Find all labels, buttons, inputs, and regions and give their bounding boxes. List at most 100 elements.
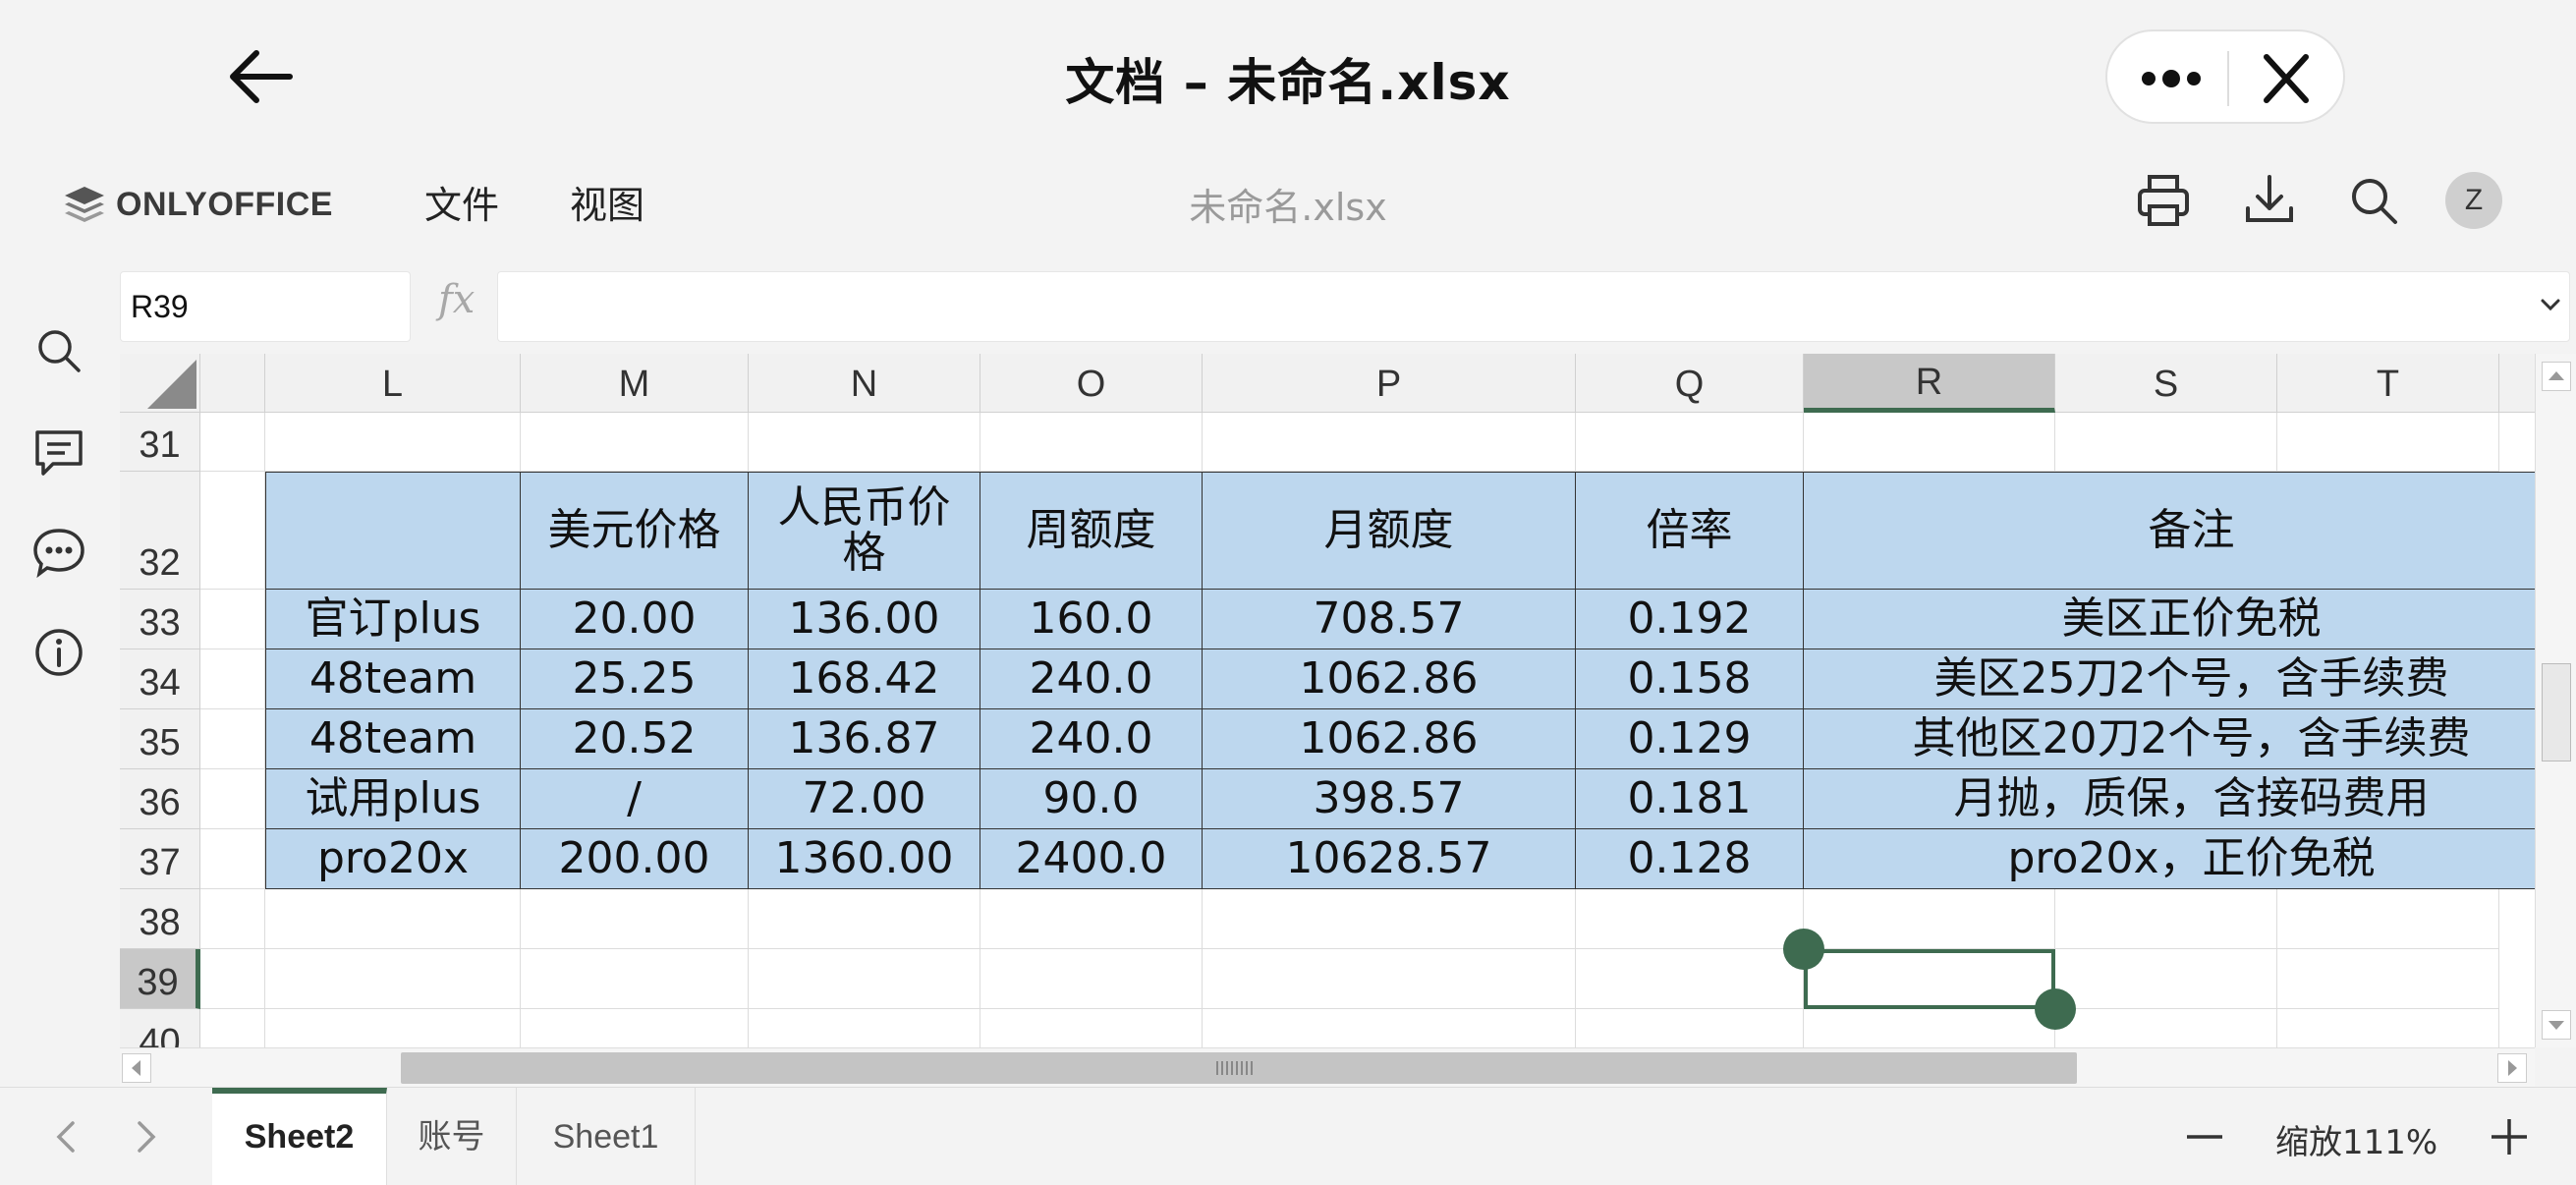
table-header-cell[interactable]: 美元价格 [521, 472, 749, 590]
row-header-34[interactable]: 34 [120, 649, 200, 709]
cell-p39[interactable] [1203, 949, 1576, 1009]
cell-p40[interactable] [1203, 1009, 1576, 1047]
column-header-q[interactable]: Q [1576, 354, 1804, 413]
cell-m38[interactable] [521, 889, 749, 949]
table-cell[interactable]: 136.00 [749, 590, 980, 649]
cell-gap-32[interactable] [200, 472, 265, 590]
cell-s40[interactable] [2055, 1009, 2277, 1047]
column-header-n[interactable]: N [749, 354, 980, 413]
cell-n39[interactable] [749, 949, 980, 1009]
cell-m39[interactable] [521, 949, 749, 1009]
scroll-down-button[interactable] [2542, 1010, 2571, 1040]
cell-t38[interactable] [2277, 889, 2499, 949]
cell-s38[interactable] [2055, 889, 2277, 949]
selection-handle-start[interactable] [1783, 929, 1824, 970]
sheet-tab-account[interactable]: 账号 [387, 1088, 517, 1185]
row-header-38[interactable]: 38 [120, 889, 200, 949]
column-header-m[interactable]: M [521, 354, 749, 413]
cell-o38[interactable] [980, 889, 1203, 949]
table-cell[interactable]: 48team [265, 709, 521, 769]
cell-gap-35[interactable] [200, 709, 265, 769]
table-cell[interactable]: 708.57 [1203, 590, 1576, 649]
table-header-cell[interactable]: 备注 [1804, 472, 2535, 590]
row-header-37[interactable]: 37 [120, 829, 200, 889]
selection-handle-end[interactable] [2035, 988, 2076, 1030]
column-header-o[interactable]: O [980, 354, 1203, 413]
cell-p31[interactable] [1203, 413, 1576, 472]
table-cell[interactable]: 240.0 [980, 709, 1203, 769]
cell-gap-36[interactable] [200, 769, 265, 829]
select-all-corner[interactable] [120, 354, 200, 413]
cell-m40[interactable] [521, 1009, 749, 1047]
table-cell[interactable]: 90.0 [980, 769, 1203, 829]
table-cell[interactable]: pro20x [265, 829, 521, 889]
cell-m31[interactable] [521, 413, 749, 472]
table-cell[interactable]: 160.0 [980, 590, 1203, 649]
cell-gap-40[interactable] [200, 1009, 265, 1047]
user-avatar[interactable]: Z [2445, 172, 2502, 229]
horizontal-scrollbar[interactable] [120, 1047, 2535, 1087]
table-cell[interactable]: 月抛，质保，含接码费用 [1804, 769, 2535, 829]
table-cell[interactable]: 2400.0 [980, 829, 1203, 889]
cell-n38[interactable] [749, 889, 980, 949]
table-header-cell[interactable]: 月额度 [1203, 472, 1576, 590]
cell-r31[interactable] [1804, 413, 2055, 472]
sidebar-comments[interactable] [28, 421, 90, 483]
table-cell[interactable]: 136.87 [749, 709, 980, 769]
sidebar-search[interactable] [28, 319, 90, 382]
sidebar-info[interactable] [28, 621, 90, 684]
cell-t31[interactable] [2277, 413, 2499, 472]
cell-s39[interactable] [2055, 949, 2277, 1009]
table-header-cell[interactable] [265, 472, 521, 590]
table-cell[interactable]: 0.158 [1576, 649, 1804, 709]
cell-t39[interactable] [2277, 949, 2499, 1009]
row-header-31[interactable]: 31 [120, 413, 200, 472]
table-cell[interactable]: 48team [265, 649, 521, 709]
table-cell[interactable]: 200.00 [521, 829, 749, 889]
table-cell[interactable]: 1062.86 [1203, 649, 1576, 709]
download-button[interactable] [2238, 169, 2301, 232]
table-cell[interactable]: 1360.00 [749, 829, 980, 889]
table-cell[interactable]: 0.181 [1576, 769, 1804, 829]
table-cell[interactable]: 其他区20刀2个号，含手续费 [1804, 709, 2535, 769]
cell-l38[interactable] [265, 889, 521, 949]
table-cell[interactable]: / [521, 769, 749, 829]
cell-gap-38[interactable] [200, 889, 265, 949]
cell-q31[interactable] [1576, 413, 1804, 472]
cell-name-box[interactable]: R39 [120, 271, 411, 342]
vertical-scrollbar[interactable] [2535, 354, 2576, 1047]
cell-gap-37[interactable] [200, 829, 265, 889]
fx-icon[interactable]: fx [438, 277, 475, 322]
table-header-cell[interactable]: 人民币价格 [749, 472, 980, 590]
vertical-scroll-thumb[interactable] [2542, 663, 2571, 762]
cell-o39[interactable] [980, 949, 1203, 1009]
table-cell[interactable]: 20.52 [521, 709, 749, 769]
search-button[interactable] [2342, 169, 2405, 232]
cell-n40[interactable] [749, 1009, 980, 1047]
zoom-in-button[interactable] [2486, 1113, 2533, 1160]
close-button[interactable] [2245, 47, 2327, 110]
table-cell[interactable]: 0.128 [1576, 829, 1804, 889]
column-header-s[interactable]: S [2055, 354, 2277, 413]
spreadsheet-grid[interactable]: L M N O P Q R S T 31 32 33 34 35 36 37 38 39 40 美元价格 人民币价格 周额… [120, 354, 2535, 1047]
cell-gap-34[interactable] [200, 649, 265, 709]
cell-t40[interactable] [2277, 1009, 2499, 1047]
cell-r40[interactable] [1804, 1009, 2055, 1047]
row-header-40[interactable]: 40 [120, 1009, 200, 1047]
row-header-33[interactable]: 33 [120, 590, 200, 649]
cell-q40[interactable] [1576, 1009, 1804, 1047]
table-header-cell[interactable]: 周额度 [980, 472, 1203, 590]
row-header-32[interactable]: 32 [120, 472, 200, 590]
print-button[interactable] [2132, 169, 2195, 232]
table-cell[interactable]: 试用plus [265, 769, 521, 829]
row-header-35[interactable]: 35 [120, 709, 200, 769]
table-cell[interactable]: 168.42 [749, 649, 980, 709]
table-cell[interactable]: 20.00 [521, 590, 749, 649]
cell-r38[interactable] [1804, 889, 2055, 949]
table-cell[interactable]: 官订plus [265, 590, 521, 649]
column-header-p[interactable]: P [1203, 354, 1576, 413]
table-cell[interactable]: 10628.57 [1203, 829, 1576, 889]
table-cell[interactable]: 72.00 [749, 769, 980, 829]
column-header-r[interactable]: R [1804, 354, 2055, 413]
cell-o40[interactable] [980, 1009, 1203, 1047]
